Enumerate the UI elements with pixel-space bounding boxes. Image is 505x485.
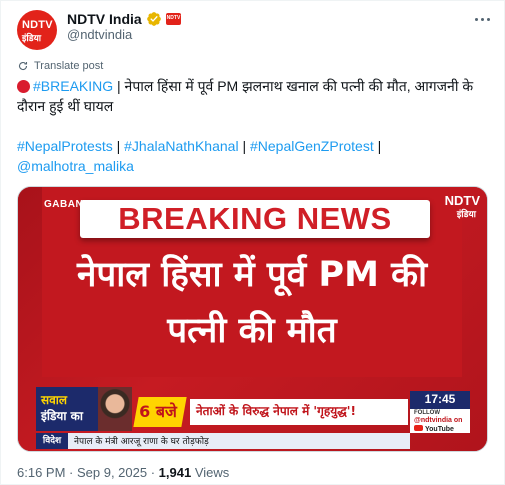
show-name-line-1: सवाल	[41, 393, 68, 407]
strip-label: विदेश	[36, 433, 68, 449]
time-slot-badge: 6 बजे	[133, 397, 187, 427]
tweet-metadata: 6:16 PM · Sep 9, 2025 · 1,941 Views	[17, 465, 229, 480]
meta-separator: ·	[147, 465, 159, 480]
separator: |	[112, 138, 125, 154]
avatar-logo-subtext: इंडिया	[22, 33, 42, 43]
ticker-headline-box: नेताओं के विरुद्ध नेपाल में 'गृहयुद्ध'!	[190, 399, 408, 425]
ticker-headline: नेताओं के विरुद्ध नेपाल में 'गृहयुद्ध'!	[196, 404, 356, 418]
mention-link[interactable]: @malhotra_malika	[17, 156, 495, 176]
hashtag-link[interactable]: #NepalProtests	[17, 138, 113, 154]
tweet-line-1-text: | नेपाल हिंसा में पूर्व PM झलनाथ खनाल की…	[113, 78, 474, 94]
show-name-box: सवाल इंडिया का	[36, 387, 98, 431]
avatar-logo-text: NDTV	[22, 19, 53, 31]
hashtag-link[interactable]: #NepalGenZProtest	[250, 138, 374, 154]
author-name-row: NDTV India NDTV	[67, 10, 181, 28]
translate-label: Translate post	[34, 60, 104, 72]
translate-post-link[interactable]: Translate post	[17, 58, 103, 74]
verified-badge-icon[interactable]	[146, 11, 162, 27]
meta-separator: ·	[65, 465, 77, 480]
news-ticker: सवाल इंडिया का 6 बजे नेताओं के विरुद्ध न…	[18, 387, 487, 435]
media-headline: नेपाल हिंसा में पूर्व PM की पत्नी की मौत	[42, 247, 462, 359]
ndtv-india-logo: NDTV इंडिया	[430, 193, 480, 220]
hashtag-breaking[interactable]: #BREAKING	[33, 78, 113, 94]
more-options-icon[interactable]	[471, 11, 493, 27]
views-count: 1,941	[158, 465, 192, 480]
headline-line-1: नेपाल हिंसा में पूर्व PM की	[76, 255, 428, 295]
translate-icon	[19, 61, 28, 71]
strip-text: नेपाल के मंत्री आरजू राणा के घर तोड़फोड़	[74, 437, 209, 447]
follow-handle: @ndtvindia on	[414, 417, 463, 424]
media-image[interactable]: GABANIT NDTV इंडिया BREAKING NEWS नेपाल …	[17, 186, 488, 452]
youtube-icon	[414, 425, 423, 431]
clock-text: 17:45	[424, 392, 456, 406]
tweet-line-2: दौरान हुई थीं घायल	[17, 98, 114, 114]
post-date[interactable]: Sep 9, 2025	[77, 465, 147, 480]
headline-line-2: पत्नी की मौत	[167, 311, 337, 351]
tweet-line-1: #BREAKING | नेपाल हिंसा में पूर्व PM झलन…	[17, 76, 495, 96]
anchor-thumbnail	[98, 387, 132, 431]
username-handle[interactable]: @ndtvindia	[67, 27, 132, 42]
tweet-text: #BREAKING | नेपाल हिंसा में पूर्व PM झलन…	[17, 76, 495, 176]
affiliate-badge-icon[interactable]: NDTV	[165, 13, 181, 25]
separator: |	[373, 138, 382, 154]
follow-platform: YouTube	[414, 425, 454, 433]
follow-box: FOLLOW @ndtvindia on YouTube	[410, 409, 470, 433]
follow-platform-label: YouTube	[425, 426, 454, 433]
breaking-news-banner: BREAKING NEWS	[80, 200, 430, 238]
avatar[interactable]: NDTV इंडिया	[17, 10, 57, 50]
time-slot-label: 6 बजे	[139, 402, 177, 421]
hashtag-link[interactable]: #JhalaNathKhanal	[124, 138, 238, 154]
clock-box: 17:45	[410, 391, 470, 409]
follow-label: FOLLOW	[414, 410, 440, 416]
logo-subtext: इंडिया	[456, 210, 476, 220]
hashtag-line: #NepalProtests | #JhalaNathKhanal | #Nep…	[17, 136, 495, 156]
affiliate-badge-text: NDTV	[166, 15, 181, 21]
logo-text: NDTV	[444, 193, 480, 208]
display-name[interactable]: NDTV India	[67, 11, 142, 27]
red-circle-emoji-icon	[17, 80, 30, 93]
breaking-news-label: BREAKING NEWS	[118, 201, 392, 236]
views-label: Views	[191, 465, 230, 480]
bottom-ticker-strip: विदेश नेपाल के मंत्री आरजू राणा के घर तो…	[36, 433, 410, 449]
show-name-line-2: इंडिया का	[41, 409, 83, 423]
post-time[interactable]: 6:16 PM	[17, 465, 65, 480]
separator: |	[238, 138, 250, 154]
tweet-card[interactable]: NDTV इंडिया NDTV India NDTV @ndtvindia T…	[0, 0, 505, 485]
